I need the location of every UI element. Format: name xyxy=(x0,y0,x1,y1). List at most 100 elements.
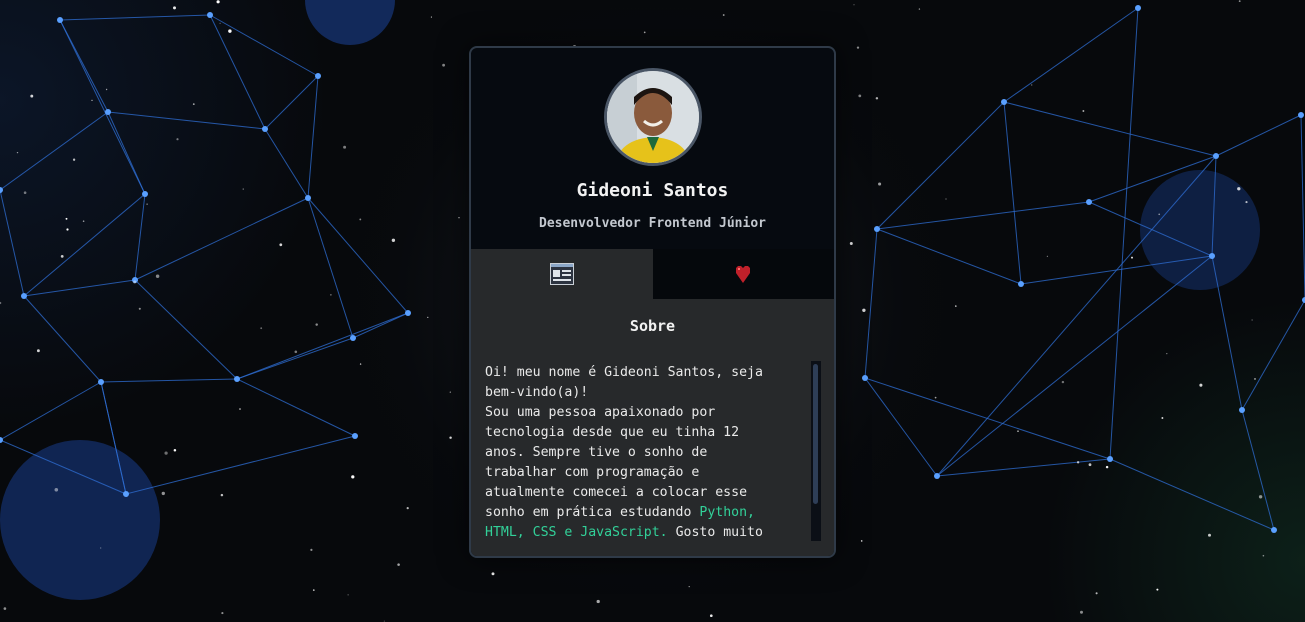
star xyxy=(91,99,93,102)
network-edge xyxy=(1109,7,1139,460)
network-edge xyxy=(236,337,354,380)
network-edge xyxy=(236,378,356,437)
network-edge xyxy=(264,128,309,199)
network-edge xyxy=(23,295,102,383)
star xyxy=(596,599,600,604)
star xyxy=(161,491,165,496)
star xyxy=(955,305,957,307)
network-node xyxy=(1135,5,1141,11)
network-node xyxy=(1213,153,1219,159)
network-edge xyxy=(1300,114,1305,301)
star xyxy=(315,323,318,326)
about-scrollbar-thumb[interactable] xyxy=(813,364,818,504)
star xyxy=(1131,256,1133,259)
star xyxy=(1158,213,1161,216)
star xyxy=(30,94,34,98)
star xyxy=(239,408,241,410)
network-edge xyxy=(209,14,319,77)
star xyxy=(219,22,221,24)
network-edge xyxy=(100,378,238,383)
star xyxy=(1105,465,1109,469)
star xyxy=(1199,383,1203,387)
star xyxy=(1061,380,1065,384)
about-scrollbar[interactable] xyxy=(811,361,821,541)
star xyxy=(1262,554,1265,557)
star xyxy=(849,242,853,245)
star xyxy=(359,218,362,221)
star xyxy=(1088,463,1092,467)
about-text-intro: Oi! meu nome é Gideoni Santos, seja bem-… xyxy=(485,365,763,520)
star xyxy=(138,307,141,310)
star xyxy=(105,88,108,91)
tab-about[interactable] xyxy=(471,249,653,299)
network-node xyxy=(1239,407,1245,413)
network-node xyxy=(1107,456,1113,462)
tab-likes[interactable] xyxy=(652,249,834,299)
tab-bar xyxy=(471,249,834,299)
star xyxy=(65,217,68,220)
star xyxy=(216,0,220,4)
network-edge xyxy=(864,377,1111,460)
star xyxy=(82,220,85,222)
network-edge xyxy=(307,197,354,339)
star xyxy=(100,547,102,549)
network-node xyxy=(0,437,3,443)
network-node xyxy=(1209,253,1215,259)
star xyxy=(279,243,283,247)
network-edge xyxy=(264,75,319,130)
network-edge xyxy=(1241,409,1275,531)
star xyxy=(1080,610,1083,614)
star xyxy=(221,612,224,615)
star xyxy=(343,145,347,149)
network-node xyxy=(1086,199,1092,205)
network-edge xyxy=(0,111,109,191)
star xyxy=(310,548,313,552)
star xyxy=(0,301,2,305)
network-node xyxy=(350,335,356,341)
star xyxy=(397,563,400,566)
network-node xyxy=(305,195,311,201)
network-edge xyxy=(876,101,1005,230)
heart-icon xyxy=(736,266,751,283)
star xyxy=(294,350,298,354)
bokeh-light xyxy=(1140,170,1260,290)
about-title: Sobre xyxy=(629,317,676,335)
star xyxy=(176,138,179,141)
star xyxy=(427,316,429,318)
network-edge xyxy=(307,197,409,314)
network-node xyxy=(1018,281,1024,287)
star xyxy=(173,6,176,10)
avatar xyxy=(604,68,702,166)
network-edge xyxy=(0,381,102,441)
star xyxy=(442,63,445,67)
network-edge xyxy=(1003,101,1022,285)
star xyxy=(1237,187,1241,191)
network-edge xyxy=(236,312,409,380)
star xyxy=(862,308,866,312)
profile-card: Gideoni Santos Desenvolvedor Frontend Jú… xyxy=(469,46,836,558)
star xyxy=(878,182,882,186)
network-edge xyxy=(936,458,1111,477)
star xyxy=(72,158,76,161)
star xyxy=(1238,0,1241,3)
network-node xyxy=(105,109,111,115)
star xyxy=(312,589,315,591)
about-text[interactable]: Oi! meu nome é Gideoni Santos, seja bem-… xyxy=(485,363,785,541)
star xyxy=(860,540,863,542)
star xyxy=(164,451,168,455)
star xyxy=(173,449,177,452)
network-node xyxy=(862,375,868,381)
star xyxy=(60,255,64,258)
star xyxy=(709,614,713,618)
network-node xyxy=(123,491,129,497)
network-edge xyxy=(1215,114,1302,157)
star xyxy=(1030,84,1033,86)
network-node xyxy=(1271,527,1277,533)
network-node xyxy=(405,310,411,316)
star xyxy=(146,203,148,205)
network-node xyxy=(315,73,321,79)
network-edge xyxy=(1241,299,1305,411)
network-node xyxy=(142,191,148,197)
star xyxy=(1254,377,1256,380)
network-edge xyxy=(209,14,266,130)
